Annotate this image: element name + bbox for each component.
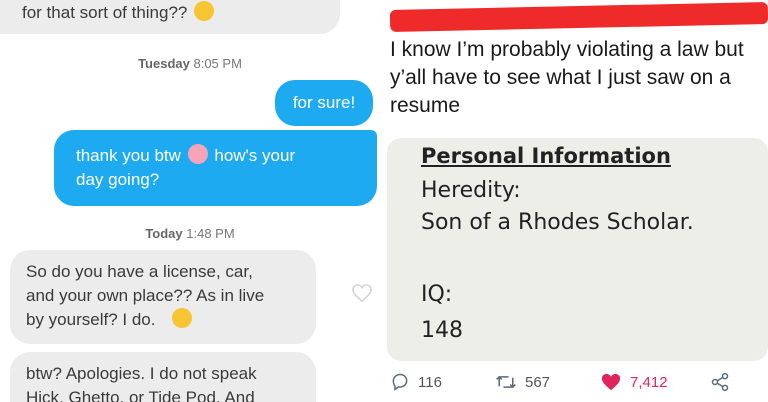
- photo-text: 148: [421, 318, 463, 343]
- reply-count: 116: [418, 373, 442, 391]
- photo-heading: Personal Information: [421, 144, 671, 168]
- tweet-photo[interactable]: Personal Information Heredity: Son of a …: [387, 138, 768, 361]
- incoming-message: So do you have a license, car, and your …: [10, 250, 316, 344]
- grinning-sweat-emoji-icon: [194, 1, 215, 21]
- outgoing-message: for sure!: [275, 80, 373, 126]
- share-icon: [711, 372, 729, 392]
- tweet-text-line: I know I’m probably violating a law but: [390, 38, 744, 61]
- like-heart-icon: [601, 373, 621, 391]
- redacted-username: [389, 2, 768, 32]
- timestamp: Tuesday 8:05 PM: [0, 56, 380, 71]
- smirking-face-emoji-icon: [172, 308, 193, 328]
- message-text: by yourself? I do.: [26, 310, 156, 329]
- message-text: btw? Apologies. I do not speak: [26, 364, 257, 383]
- like-count: 7,412: [630, 373, 668, 391]
- tweet-text-line: resume: [390, 94, 461, 117]
- reply-icon: [392, 373, 408, 391]
- message-text: how's your: [214, 146, 296, 165]
- message-text: for sure!: [292, 93, 356, 112]
- timestamp-day: Tuesday: [138, 56, 190, 71]
- share-button[interactable]: [710, 372, 730, 392]
- outgoing-message: thank you btw how's your day going?: [54, 130, 377, 206]
- smiling-hearts-emoji-icon: [187, 144, 208, 164]
- timestamp-time: 8:05 PM: [193, 56, 242, 71]
- message-text: Hick, Ghetto, or Tide Pod. And: [26, 388, 255, 402]
- like-button[interactable]: 7,412: [600, 372, 668, 392]
- retweet-button[interactable]: 567: [495, 372, 550, 392]
- retweet-count: 567: [525, 373, 551, 391]
- incoming-message: btw? Apologies. I do not speak Hick, Ghe…: [10, 352, 316, 402]
- like-heart-icon[interactable]: [351, 283, 373, 303]
- reply-button[interactable]: 116: [390, 372, 442, 392]
- tweet-text: I know I’m probably violating a law but …: [390, 36, 764, 120]
- timestamp: Today 1:48 PM: [0, 226, 380, 241]
- chat-panel: for that sort of thing?? Tuesday 8:05 PM…: [0, 0, 380, 402]
- panel-divider: [380, 0, 384, 402]
- message-text: thank you btw: [76, 146, 181, 165]
- message-text: So do you have a license, car,: [26, 262, 253, 281]
- retweet-icon: [496, 375, 516, 389]
- timestamp-day: Today: [145, 226, 183, 241]
- message-text: and your own place?? As in live: [26, 286, 265, 305]
- photo-text: Heredity:: [421, 178, 521, 203]
- message-text: day going?: [76, 170, 160, 189]
- message-text: for that sort of thing??: [22, 3, 188, 22]
- photo-text: Son of a Rhodes Scholar.: [421, 210, 694, 235]
- photo-text: IQ:: [421, 282, 453, 307]
- tweet-actions: 116 567 7,412: [390, 372, 768, 398]
- timestamp-time: 1:48 PM: [186, 226, 235, 241]
- tweet-text-line: y’all have to see what I just saw on a: [390, 66, 731, 89]
- incoming-message: for that sort of thing??: [0, 0, 340, 34]
